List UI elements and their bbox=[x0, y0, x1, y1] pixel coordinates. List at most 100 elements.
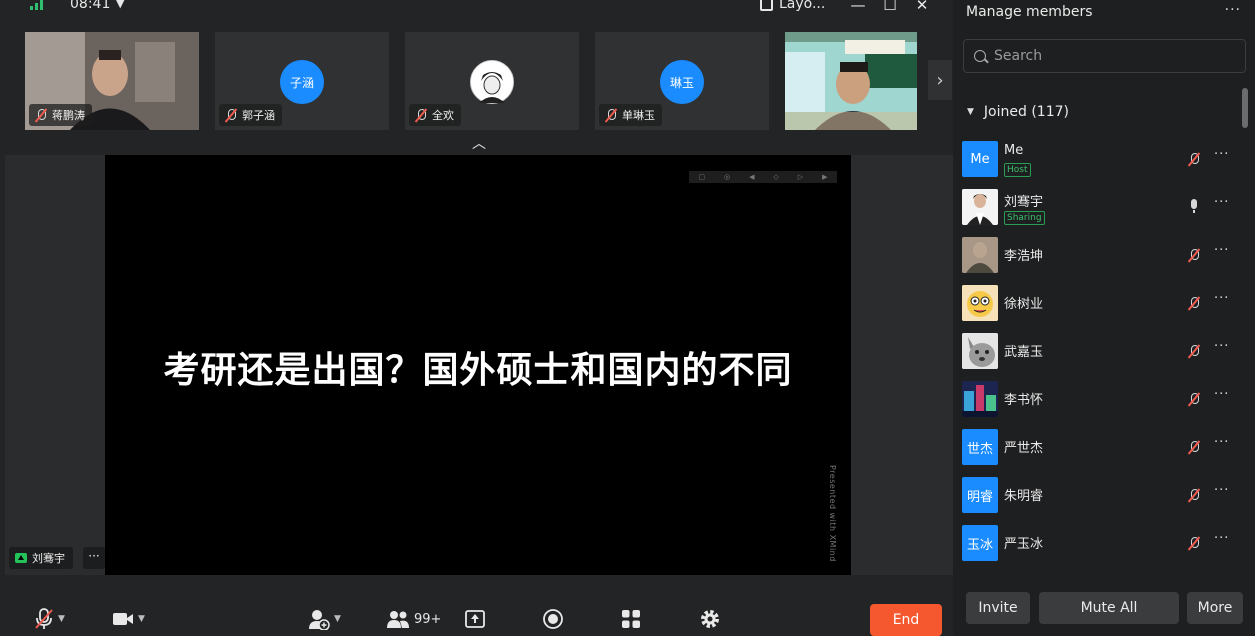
list-item[interactable]: 李浩坤 ··· bbox=[962, 231, 1232, 279]
list-item[interactable]: 世杰 严世杰 ··· bbox=[962, 423, 1232, 471]
joined-group-header[interactable]: ▼ Joined (117) bbox=[967, 104, 1069, 120]
slide-watermark: Presented with XMind bbox=[828, 465, 837, 562]
member-more-button[interactable]: ··· bbox=[1214, 387, 1229, 402]
slide-prev-icon[interactable]: ◀ bbox=[749, 173, 754, 181]
list-item[interactable]: 刘骞宇 Sharing ··· bbox=[962, 183, 1232, 231]
chevron-down-icon[interactable]: ▼ bbox=[334, 614, 341, 624]
member-list-scrollbar[interactable] bbox=[1242, 88, 1248, 568]
participants-icon bbox=[387, 611, 409, 628]
share-screen-button[interactable] bbox=[465, 606, 485, 632]
participants-count: 99+ bbox=[414, 611, 442, 627]
close-icon[interactable]: ✕ bbox=[912, 0, 932, 14]
mute-all-button[interactable]: Mute All bbox=[1039, 592, 1179, 624]
video-button[interactable]: ▼ bbox=[112, 606, 145, 632]
minimize-icon[interactable]: — bbox=[848, 0, 868, 14]
member-more-button[interactable]: ··· bbox=[1214, 435, 1229, 450]
member-more-button[interactable]: ··· bbox=[1214, 483, 1229, 498]
add-user-icon bbox=[309, 610, 330, 630]
video-tile[interactable]: 子涵 郭子涵 bbox=[215, 32, 389, 130]
mic-muted-icon bbox=[1188, 441, 1200, 454]
video-tile[interactable] bbox=[785, 32, 917, 130]
member-mic-button[interactable] bbox=[1188, 391, 1200, 410]
member-more-button[interactable]: ··· bbox=[1214, 291, 1229, 306]
meeting-toolbar: ▼ ▼ ▼ 99+ End bbox=[0, 596, 953, 636]
chevron-down-icon[interactable]: ▼ bbox=[116, 0, 124, 10]
member-mic-button[interactable] bbox=[1188, 535, 1200, 554]
sharer-name-tag: 刘骞宇 bbox=[9, 547, 73, 569]
slide-ctrl-icon[interactable]: ▢ bbox=[698, 173, 705, 181]
panel-footer: Invite Mute All More bbox=[966, 592, 1246, 624]
video-tile[interactable]: 全欢 bbox=[405, 32, 579, 130]
record-button[interactable] bbox=[542, 606, 564, 632]
list-item[interactable]: 玉冰 严玉冰 ··· bbox=[962, 519, 1232, 567]
member-mic-button[interactable] bbox=[1188, 199, 1200, 218]
slide-controls[interactable]: ▢ ◎ ◀ ◇ ▷ ▶ bbox=[689, 171, 837, 183]
member-name: 徐树业 bbox=[1004, 297, 1044, 312]
signal-strength-icon[interactable] bbox=[30, 0, 44, 10]
member-more-button[interactable]: ··· bbox=[1214, 195, 1229, 210]
video-thumbnail-strip: 蒋鹏涛 子涵 郭子涵 全欢 琳玉 单琳玉 bbox=[25, 32, 925, 130]
shared-slide: ▢ ◎ ◀ ◇ ▷ ▶ 考研还是出国？国外硕士和国内的不同 Presented … bbox=[105, 155, 851, 575]
member-mic-button[interactable] bbox=[1188, 295, 1200, 314]
top-bar: 08:41 ▼ Layo... — ☐ ✕ bbox=[0, 0, 953, 22]
search-input[interactable] bbox=[994, 48, 1234, 64]
scrollbar-thumb[interactable] bbox=[1242, 88, 1248, 128]
slide-ctrl-icon[interactable]: ◇ bbox=[773, 173, 778, 181]
list-item[interactable]: Me Me Host ··· bbox=[962, 135, 1232, 183]
avatar-image bbox=[962, 189, 998, 225]
participant-name-tag: 单琳玉 bbox=[599, 104, 662, 126]
mic-muted-icon bbox=[605, 108, 617, 122]
avatar-image bbox=[962, 381, 998, 417]
settings-button[interactable] bbox=[699, 606, 721, 632]
maximize-icon[interactable]: ☐ bbox=[880, 0, 900, 14]
avatar: 琳玉 bbox=[660, 60, 704, 104]
member-mic-button[interactable] bbox=[1188, 439, 1200, 458]
apps-button[interactable] bbox=[621, 606, 641, 632]
list-item[interactable]: 明睿 朱明睿 ··· bbox=[962, 471, 1232, 519]
member-more-button[interactable]: ··· bbox=[1214, 147, 1229, 162]
member-mic-button[interactable] bbox=[1188, 151, 1200, 170]
meeting-window: 08:41 ▼ Layo... — ☐ ✕ 蒋鹏涛 子涵 郭子涵 全欢 琳玉 单… bbox=[0, 0, 1255, 636]
share-screen-icon bbox=[465, 610, 485, 628]
collapse-thumbnails-icon[interactable]: ︿ bbox=[469, 133, 489, 152]
end-meeting-button[interactable]: End bbox=[870, 604, 942, 636]
chevron-right-icon[interactable]: › bbox=[928, 60, 952, 100]
participant-video bbox=[785, 32, 917, 130]
participants-button[interactable]: 99+ bbox=[386, 606, 441, 632]
avatar bbox=[470, 60, 514, 104]
more-button[interactable]: More bbox=[1187, 592, 1243, 624]
list-item[interactable]: 徐树业 ··· bbox=[962, 279, 1232, 327]
chevron-down-icon[interactable]: ▼ bbox=[138, 614, 145, 624]
member-more-button[interactable]: ··· bbox=[1214, 531, 1229, 546]
panel-title: Manage members bbox=[966, 4, 1093, 20]
slide-play-icon[interactable]: ▷ bbox=[798, 173, 803, 181]
screen-share-icon bbox=[15, 553, 27, 563]
video-tile[interactable]: 琳玉 单琳玉 bbox=[595, 32, 769, 130]
mic-muted-icon bbox=[1188, 153, 1200, 166]
chevron-down-icon[interactable]: ▼ bbox=[58, 614, 65, 624]
avatar: 明睿 bbox=[962, 477, 998, 513]
member-more-button[interactable]: ··· bbox=[1214, 243, 1229, 258]
layout-button[interactable]: Layo... bbox=[760, 0, 825, 12]
avatar bbox=[962, 237, 998, 273]
invite-button[interactable]: Invite bbox=[966, 592, 1030, 624]
mute-button[interactable]: ▼ bbox=[34, 606, 65, 632]
video-tile[interactable]: 蒋鹏涛 bbox=[25, 32, 199, 130]
slide-next-icon[interactable]: ▶ bbox=[822, 173, 827, 181]
mic-icon bbox=[1188, 199, 1200, 214]
apps-grid-icon bbox=[622, 610, 640, 628]
panel-more-button[interactable]: ··· bbox=[1225, 2, 1241, 18]
member-more-button[interactable]: ··· bbox=[1214, 339, 1229, 354]
record-icon bbox=[543, 609, 563, 629]
slide-ctrl-icon[interactable]: ◎ bbox=[724, 173, 730, 181]
avatar-image bbox=[962, 237, 998, 273]
list-item[interactable]: 武嘉玉 ··· bbox=[962, 327, 1232, 375]
member-mic-button[interactable] bbox=[1188, 247, 1200, 266]
mic-muted-icon bbox=[35, 608, 53, 629]
sharer-more-button[interactable]: ··· bbox=[83, 547, 105, 569]
member-mic-button[interactable] bbox=[1188, 487, 1200, 506]
participant-name: 全欢 bbox=[432, 109, 454, 122]
list-item[interactable]: 李书怀 ··· bbox=[962, 375, 1232, 423]
member-mic-button[interactable] bbox=[1188, 343, 1200, 362]
invite-participant-button[interactable]: ▼ bbox=[308, 606, 341, 632]
